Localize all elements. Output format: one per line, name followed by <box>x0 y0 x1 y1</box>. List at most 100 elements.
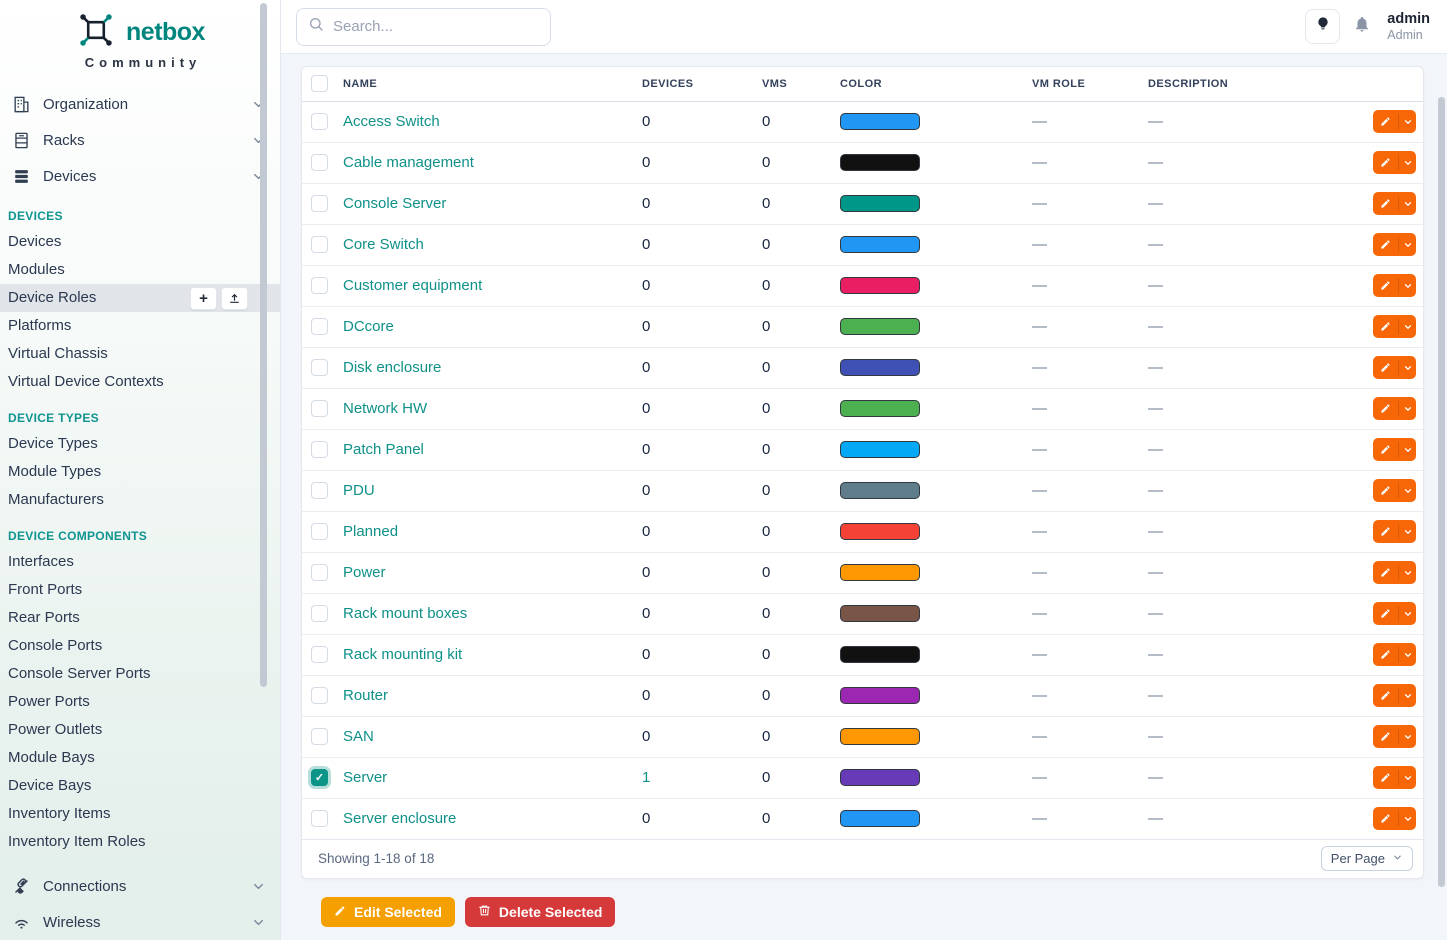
row-name-link[interactable]: Server enclosure <box>343 810 456 827</box>
netbox-logo[interactable]: netbox <box>0 0 280 54</box>
edit-selected-button[interactable]: Edit Selected <box>321 897 455 927</box>
row-edit-button[interactable] <box>1373 807 1416 830</box>
row-edit-button[interactable] <box>1373 643 1416 666</box>
sidebar-item-front-ports[interactable]: Front Ports <box>0 576 280 604</box>
sidebar-item-console-server-ports[interactable]: Console Server Ports <box>0 660 280 688</box>
row-checkbox[interactable] <box>311 441 328 458</box>
sidebar-item-virtual-device-contexts[interactable]: Virtual Device Contexts <box>0 368 280 396</box>
row-checkbox[interactable] <box>311 154 328 171</box>
sidebar-item-console-ports[interactable]: Console Ports <box>0 632 280 660</box>
select-all-checkbox[interactable] <box>311 75 328 92</box>
sidebar-item-connections[interactable]: Connections <box>0 868 280 904</box>
sidebar-item-wireless[interactable]: Wireless <box>0 904 280 940</box>
row-name-link[interactable]: Disk enclosure <box>343 359 441 376</box>
row-name-link[interactable]: Cable management <box>343 154 474 171</box>
row-edit-button[interactable] <box>1373 520 1416 543</box>
row-edit-button[interactable] <box>1373 397 1416 420</box>
sidebar-item-platforms[interactable]: Platforms <box>0 312 280 340</box>
row-checkbox[interactable] <box>311 318 328 335</box>
add-device-role-button[interactable]: + <box>190 287 217 310</box>
column-header-devices[interactable]: DEVICES <box>642 67 762 101</box>
sidebar-item-rear-ports[interactable]: Rear Ports <box>0 604 280 632</box>
row-checkbox[interactable] <box>311 646 328 663</box>
sidebar-item-device-bays[interactable]: Device Bays <box>0 772 280 800</box>
search-box[interactable] <box>296 8 551 46</box>
row-checkbox[interactable] <box>311 113 328 130</box>
per-page-select[interactable]: Per Page <box>1321 846 1413 871</box>
notifications-button[interactable] <box>1353 15 1371 38</box>
row-checkbox[interactable] <box>311 400 328 417</box>
search-input[interactable] <box>333 18 539 35</box>
row-name-link[interactable]: Console Server <box>343 195 446 212</box>
sidebar-item-power-ports[interactable]: Power Ports <box>0 688 280 716</box>
row-checkbox[interactable] <box>311 277 328 294</box>
row-name-link[interactable]: Router <box>343 687 388 704</box>
row-name-link[interactable]: Patch Panel <box>343 441 424 458</box>
row-devices[interactable]: 1 <box>642 769 650 786</box>
row-name-link[interactable]: SAN <box>343 728 374 745</box>
sidebar-item-devices[interactable]: Devices <box>0 158 280 194</box>
row-edit-button[interactable] <box>1373 233 1416 256</box>
column-header-vms[interactable]: VMS <box>762 67 840 101</box>
row-edit-button[interactable] <box>1373 438 1416 461</box>
column-header-color[interactable]: COLOR <box>840 67 1032 101</box>
row-edit-button[interactable] <box>1373 356 1416 379</box>
row-name-link[interactable]: Server <box>343 769 387 786</box>
row-edit-button[interactable] <box>1373 151 1416 174</box>
row-edit-button[interactable] <box>1373 192 1416 215</box>
row-checkbox[interactable] <box>311 482 328 499</box>
page-scrollbar-thumb[interactable] <box>1438 97 1445 887</box>
sidebar-item-module-bays[interactable]: Module Bays <box>0 744 280 772</box>
sidebar-scrollbar-thumb[interactable] <box>260 3 267 687</box>
row-name-link[interactable]: Network HW <box>343 400 427 417</box>
row-checkbox[interactable] <box>311 564 328 581</box>
row-checkbox[interactable] <box>311 523 328 540</box>
sidebar-item-modules[interactable]: Modules <box>0 256 280 284</box>
row-edit-button[interactable] <box>1373 315 1416 338</box>
sidebar-item-racks[interactable]: Racks <box>0 122 280 158</box>
row-checkbox[interactable] <box>311 810 328 827</box>
row-name-link[interactable]: Rack mounting kit <box>343 646 462 663</box>
row-edit-button[interactable] <box>1373 561 1416 584</box>
sidebar-item-manufacturers[interactable]: Manufacturers <box>0 486 280 514</box>
sidebar-item-module-types[interactable]: Module Types <box>0 458 280 486</box>
row-checkbox[interactable] <box>311 195 328 212</box>
sidebar-item-devices-list[interactable]: Devices <box>0 228 280 256</box>
row-edit-button[interactable] <box>1373 725 1416 748</box>
row-checkbox[interactable] <box>311 769 328 786</box>
row-name-link[interactable]: Rack mount boxes <box>343 605 467 622</box>
row-name-link[interactable]: Power <box>343 564 386 581</box>
delete-selected-button[interactable]: Delete Selected <box>465 897 616 927</box>
column-header-vm-role[interactable]: VM ROLE <box>1032 67 1148 101</box>
sidebar-item-virtual-chassis[interactable]: Virtual Chassis <box>0 340 280 368</box>
row-checkbox[interactable] <box>311 687 328 704</box>
sidebar-item-device-roles[interactable]: Device Roles + <box>0 284 280 312</box>
row-name-link[interactable]: DCcore <box>343 318 394 335</box>
row-name-link[interactable]: Access Switch <box>343 113 440 130</box>
row-edit-button[interactable] <box>1373 274 1416 297</box>
sidebar-item-power-outlets[interactable]: Power Outlets <box>0 716 280 744</box>
import-device-roles-button[interactable] <box>221 287 248 310</box>
sidebar-item-organization[interactable]: Organization <box>0 86 280 122</box>
row-checkbox[interactable] <box>311 236 328 253</box>
row-checkbox[interactable] <box>311 728 328 745</box>
row-checkbox[interactable] <box>311 359 328 376</box>
row-name-link[interactable]: PDU <box>343 482 375 499</box>
row-name-link[interactable]: Core Switch <box>343 236 424 253</box>
sidebar-item-inventory-item-roles[interactable]: Inventory Item Roles <box>0 828 280 856</box>
row-edit-button[interactable] <box>1373 479 1416 502</box>
row-edit-button[interactable] <box>1373 602 1416 625</box>
row-edit-button[interactable] <box>1373 684 1416 707</box>
sidebar-item-device-types[interactable]: Device Types <box>0 430 280 458</box>
sidebar-item-interfaces[interactable]: Interfaces <box>0 548 280 576</box>
sidebar-item-inventory-items[interactable]: Inventory Items <box>0 800 280 828</box>
row-name-link[interactable]: Planned <box>343 523 398 540</box>
column-header-name[interactable]: NAME <box>343 67 642 101</box>
row-name-link[interactable]: Customer equipment <box>343 277 482 294</box>
row-checkbox[interactable] <box>311 605 328 622</box>
theme-toggle-button[interactable] <box>1305 9 1340 44</box>
row-edit-button[interactable] <box>1373 110 1416 133</box>
row-edit-button[interactable] <box>1373 766 1416 789</box>
column-header-description[interactable]: DESCRIPTION <box>1148 67 1362 101</box>
user-menu[interactable]: admin Admin <box>1387 10 1430 44</box>
